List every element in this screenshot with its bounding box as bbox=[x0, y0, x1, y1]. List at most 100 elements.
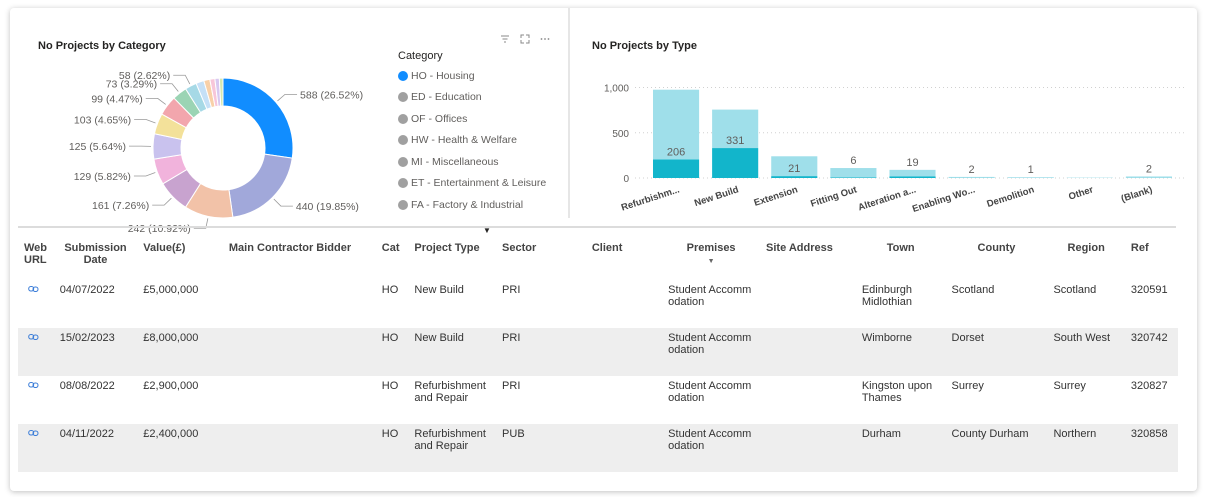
category-donut-chart: 588 (26.52%) 440 (19.85%) 242 (10.92%) 161 … bbox=[69, 70, 363, 235]
bar-segment-secondary[interactable] bbox=[1007, 177, 1054, 178]
donut-leader-line bbox=[152, 197, 172, 206]
y-tick-label: 0 bbox=[623, 174, 629, 185]
col-sector[interactable]: Sector bbox=[496, 238, 553, 280]
cell-premises: Student Accommodation bbox=[668, 284, 752, 308]
link-icon[interactable] bbox=[24, 333, 39, 344]
bar-segment-primary[interactable] bbox=[712, 148, 759, 178]
cell-project-type: Refurbishment and Repair bbox=[414, 380, 486, 404]
link-icon[interactable] bbox=[24, 429, 39, 440]
col-value[interactable]: Value(£) bbox=[137, 238, 223, 280]
col-project-type[interactable]: Project Type bbox=[408, 238, 497, 280]
legend-item[interactable]: HW - Health & Welfare bbox=[398, 130, 546, 152]
legend-item-label: HO - Housing bbox=[411, 69, 475, 82]
x-category-label: Enabling Wo... bbox=[911, 184, 976, 215]
cell-ref: 320827 bbox=[1130, 380, 1168, 392]
bar-segment-secondary[interactable] bbox=[948, 176, 995, 178]
donut-leader-line bbox=[277, 93, 298, 102]
visual-header-icons bbox=[500, 34, 550, 47]
x-category-label: Extension bbox=[753, 184, 800, 209]
bar-segment-primary[interactable] bbox=[830, 177, 877, 178]
donut-data-label: 103 (4.65%) bbox=[74, 114, 131, 126]
col-ref[interactable]: Ref bbox=[1124, 238, 1178, 280]
cell-premises: Student Accommodation bbox=[668, 380, 752, 404]
cell-client bbox=[552, 328, 663, 376]
cell-region: Surrey bbox=[1053, 380, 1086, 392]
legend-marker-icon bbox=[398, 113, 408, 124]
cell-sector: PUB bbox=[496, 424, 553, 472]
cell-value: £8,000,000 bbox=[137, 328, 223, 376]
cell-web-url bbox=[18, 280, 54, 328]
cell-project-type: New Build bbox=[408, 328, 497, 376]
donut-leader-line bbox=[273, 198, 293, 207]
cell-site-address bbox=[760, 424, 856, 472]
cell-submission-date: 15/02/2023 bbox=[53, 328, 138, 376]
legend-item-label: ET - Entertainment & Leisure bbox=[411, 177, 547, 190]
legend-item-label: HW - Health & Welfare bbox=[411, 134, 517, 147]
legend-item[interactable]: ED - Education bbox=[398, 87, 546, 109]
donut-leader-line bbox=[133, 172, 156, 177]
table-row[interactable]: 08/08/2022 £2,900,000 HO Refurbishment and … bbox=[18, 376, 1178, 424]
table-row[interactable]: 15/02/2023 £8,000,000 HO New Build PRI Studen… bbox=[18, 328, 1178, 376]
cell-site-address bbox=[760, 376, 856, 424]
legend-item[interactable]: OF - Offices bbox=[398, 108, 546, 130]
bar-data-label: 6 bbox=[850, 155, 856, 167]
donut-leader-line bbox=[160, 83, 179, 92]
x-category-label: Other bbox=[1067, 184, 1095, 202]
bar-segment-secondary[interactable] bbox=[830, 168, 877, 178]
bar-segment-secondary[interactable] bbox=[1125, 176, 1172, 178]
cell-ref: 320858 bbox=[1124, 424, 1178, 472]
cell-premises: Student Accommodation bbox=[662, 424, 761, 472]
donut-slice[interactable] bbox=[228, 153, 293, 218]
legend-marker-icon bbox=[398, 135, 408, 146]
cell-premises: Student Accommodation bbox=[662, 328, 761, 376]
bar-segment-primary[interactable] bbox=[889, 176, 936, 178]
cell-county: Scotland bbox=[951, 284, 995, 296]
col-premises[interactable]: Premises ▼ bbox=[662, 238, 761, 280]
cell-town: Wimborne bbox=[855, 328, 946, 376]
x-category-label: Fitting Out bbox=[809, 184, 859, 210]
legend-item[interactable]: MI - Miscellaneous bbox=[398, 151, 546, 173]
more-options-icon[interactable] bbox=[540, 34, 550, 47]
bar-segment-secondary[interactable] bbox=[889, 169, 936, 177]
col-region[interactable]: Region bbox=[1047, 238, 1125, 280]
legend-item[interactable]: HO - Housing bbox=[398, 65, 546, 87]
filter-icon[interactable] bbox=[500, 34, 510, 47]
legend-marker-icon bbox=[398, 92, 408, 103]
cell-value: £2,900,000 bbox=[143, 380, 199, 392]
bar-segment-primary[interactable] bbox=[771, 176, 818, 178]
legend-item[interactable]: ET - Entertainment & Leisure bbox=[398, 173, 546, 195]
col-cat[interactable]: Cat bbox=[375, 238, 409, 280]
donut-data-label: 161 (7.26%) bbox=[92, 200, 149, 212]
x-category-label: New Build bbox=[693, 184, 740, 209]
category-legend: Category HO - Housing ED - Education OF - … bbox=[398, 50, 546, 216]
legend-title: Category bbox=[398, 50, 443, 62]
y-tick-label: 1,000 bbox=[604, 84, 629, 95]
bar-segment-primary[interactable] bbox=[653, 159, 700, 178]
col-main-contractor-bidder[interactable]: Main Contractor Bidder bbox=[222, 238, 376, 280]
bar-data-label: 19 bbox=[906, 157, 918, 169]
donut-leader-line bbox=[145, 97, 166, 105]
focus-mode-icon[interactable] bbox=[520, 34, 530, 47]
legend-item-label: MI - Miscellaneous bbox=[411, 155, 499, 168]
cell-value: £2,400,000 bbox=[137, 424, 223, 472]
donut-data-label: 99 (4.47%) bbox=[91, 93, 142, 105]
cell-project-type: New Build bbox=[414, 284, 464, 296]
col-county[interactable]: County bbox=[945, 238, 1048, 280]
link-icon[interactable] bbox=[24, 381, 39, 392]
table-row[interactable]: 04/07/2022 £5,000,000 HO New Build PRI Studen… bbox=[18, 280, 1178, 328]
legend-marker-icon bbox=[398, 156, 408, 167]
cell-main-contractor-bidder bbox=[222, 328, 376, 376]
link-icon[interactable] bbox=[24, 285, 39, 296]
cell-region: South West bbox=[1047, 328, 1125, 376]
table-row[interactable]: 04/11/2022 £2,400,000 HO Refurbishment and … bbox=[18, 424, 1178, 472]
col-site-address[interactable]: Site Address bbox=[760, 238, 856, 280]
legend-item[interactable]: FA - Factory & Industrial bbox=[398, 194, 546, 216]
bar-data-label: 206 bbox=[667, 146, 685, 158]
bar-data-label: 2 bbox=[1146, 163, 1152, 175]
col-submission-date[interactable]: Submission Date bbox=[53, 238, 138, 280]
cell-value: £5,000,000 bbox=[143, 284, 199, 296]
col-web-url[interactable]: Web URL bbox=[18, 238, 54, 280]
col-town[interactable]: Town bbox=[855, 238, 946, 280]
donut-slice[interactable] bbox=[222, 77, 294, 159]
col-client[interactable]: Client bbox=[552, 238, 663, 280]
